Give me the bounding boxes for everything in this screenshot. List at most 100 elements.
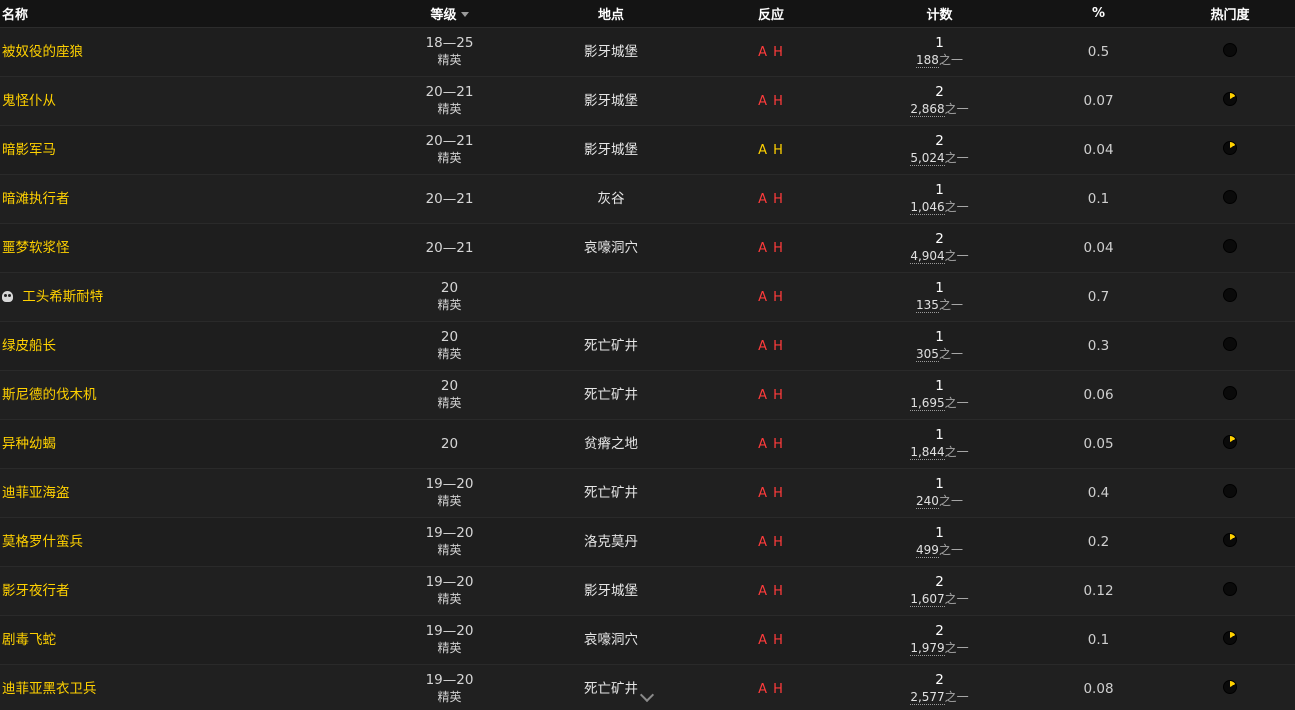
popularity-cell <box>1190 434 1270 454</box>
npc-name-cell: 暗滩执行者 <box>0 191 347 208</box>
table-row[interactable]: 噩梦软浆怪 20—21 哀嚎洞穴 A H 2 4,904之一 0.04 <box>0 224 1295 273</box>
location-link[interactable]: 哀嚎洞穴 <box>552 240 670 257</box>
table-row[interactable]: 莫格罗什蛮兵 19—20 精英 洛克莫丹 A H 1 499之一 0.2 <box>0 518 1295 567</box>
location-link[interactable]: 死亡矿井 <box>552 338 670 355</box>
header-pct[interactable]: % <box>1007 6 1190 21</box>
npc-link[interactable]: 迪菲亚海盗 <box>2 485 70 501</box>
header-count[interactable]: 计数 <box>872 4 1007 23</box>
header-name[interactable]: 名称 <box>0 4 347 23</box>
header-level[interactable]: 等级 <box>347 4 552 23</box>
npc-link[interactable]: 鬼怪仆从 <box>2 93 56 109</box>
level-cell: 19—20 精英 <box>347 672 552 706</box>
table-row[interactable]: 绿皮船长 20 精英 死亡矿井 A H 1 305之一 0.3 <box>0 322 1295 371</box>
count-suffix: 之一 <box>944 690 969 704</box>
npc-link[interactable]: 斯尼德的伐木机 <box>2 387 97 403</box>
npc-name-cell: 工头希斯耐特 <box>0 289 347 306</box>
count-of: 5,024之一 <box>872 150 1007 167</box>
npc-link[interactable]: 绿皮船长 <box>2 338 56 354</box>
location-link[interactable]: 死亡矿井 <box>552 387 670 404</box>
count-of: 499之一 <box>872 542 1007 559</box>
count-cell: 2 2,868之一 <box>872 84 1007 118</box>
reaction-alliance: A <box>758 485 768 501</box>
table-row[interactable]: 影牙夜行者 19—20 精英 影牙城堡 A H 2 1,607之一 0.12 <box>0 567 1295 616</box>
count-suffix: 之一 <box>944 151 969 165</box>
reaction-alliance: A <box>758 338 768 354</box>
level-cell: 18—25 精英 <box>347 35 552 69</box>
reaction-cell: A H <box>670 240 872 257</box>
location-link[interactable]: 影牙城堡 <box>552 583 670 600</box>
reaction-cell: A H <box>670 583 872 600</box>
table-row[interactable]: 异种幼蝎 20 贫瘠之地 A H 1 1,844之一 0.05 <box>0 420 1295 469</box>
level-range: 19—20 <box>425 525 474 541</box>
header-popularity[interactable]: 热门度 <box>1190 4 1270 23</box>
percent-value: 0.3 <box>1087 337 1110 354</box>
count-total: 1,695 <box>910 396 945 411</box>
npc-link[interactable]: 异种幼蝎 <box>2 436 56 452</box>
count-suffix: 之一 <box>944 445 969 459</box>
percent-value: 0.04 <box>1083 141 1114 158</box>
npc-link[interactable]: 工头希斯耐特 <box>22 289 103 305</box>
popularity-cell <box>1190 189 1270 209</box>
location-link[interactable]: 死亡矿井 <box>552 485 670 502</box>
location-link[interactable]: 影牙城堡 <box>552 44 670 61</box>
location-link[interactable]: 影牙城堡 <box>552 142 670 159</box>
percent-value: 0.05 <box>1083 435 1114 452</box>
level-range: 19—20 <box>425 574 474 590</box>
location-link[interactable]: 灰谷 <box>552 191 670 208</box>
header-location[interactable]: 地点 <box>552 4 670 23</box>
count-value: 2 <box>935 574 944 590</box>
count-cell: 1 1,844之一 <box>872 427 1007 461</box>
table-row[interactable]: 暗影军马 20—21 精英 影牙城堡 A H 2 5,024之一 0.04 <box>0 126 1295 175</box>
count-suffix: 之一 <box>938 53 963 67</box>
table-row[interactable]: 迪菲亚海盗 19—20 精英 死亡矿井 A H 1 240之一 0.4 <box>0 469 1295 518</box>
npc-link[interactable]: 莫格罗什蛮兵 <box>2 534 83 550</box>
level-range: 19—20 <box>425 476 474 492</box>
table-row[interactable]: 被奴役的座狼 18—25 精英 影牙城堡 A H 1 188之一 0.5 <box>0 28 1295 77</box>
count-cell: 1 1,695之一 <box>872 378 1007 412</box>
npc-name-cell: 迪菲亚海盗 <box>0 485 347 502</box>
npc-name-cell: 噩梦软浆怪 <box>0 240 347 257</box>
table-row[interactable]: 鬼怪仆从 20—21 精英 影牙城堡 A H 2 2,868之一 0.07 <box>0 77 1295 126</box>
table-row[interactable]: 工头希斯耐特 20 精英 A H 1 135之一 0.7 <box>0 273 1295 322</box>
npc-name-cell: 莫格罗什蛮兵 <box>0 534 347 551</box>
count-value: 2 <box>935 672 944 688</box>
count-total: 240 <box>916 494 939 509</box>
location-link[interactable]: 贫瘠之地 <box>552 436 670 453</box>
npc-link[interactable]: 暗滩执行者 <box>2 191 70 207</box>
elite-label: 精英 <box>437 298 462 312</box>
percent-value: 0.06 <box>1083 386 1114 403</box>
table-row[interactable]: 剧毒飞蛇 19—20 精英 哀嚎洞穴 A H 2 1,979之一 0.1 <box>0 616 1295 665</box>
percent-value: 0.4 <box>1087 484 1110 501</box>
npc-link[interactable]: 被奴役的座狼 <box>2 44 83 60</box>
level-cell: 19—20 精英 <box>347 525 552 559</box>
level-range: 19—20 <box>425 672 474 688</box>
header-react[interactable]: 反应 <box>670 4 872 23</box>
location-link[interactable]: 影牙城堡 <box>552 93 670 110</box>
reaction-alliance: A <box>758 191 768 207</box>
popularity-icon <box>1223 434 1237 449</box>
popularity-cell <box>1190 336 1270 356</box>
npc-name-cell: 剧毒飞蛇 <box>0 632 347 649</box>
reaction-alliance: A <box>758 436 768 452</box>
location-link[interactable]: 哀嚎洞穴 <box>552 632 670 649</box>
popularity-icon <box>1223 336 1237 351</box>
popularity-icon <box>1223 532 1237 547</box>
count-suffix: 之一 <box>944 592 969 606</box>
npc-link[interactable]: 剧毒飞蛇 <box>2 632 56 648</box>
npc-link[interactable]: 迪菲亚黑衣卫兵 <box>2 681 97 697</box>
level-range: 20—21 <box>425 239 474 256</box>
npc-link[interactable]: 噩梦软浆怪 <box>2 240 70 256</box>
npc-name-cell: 鬼怪仆从 <box>0 93 347 110</box>
table-row[interactable]: 暗滩执行者 20—21 灰谷 A H 1 1,046之一 0.1 <box>0 175 1295 224</box>
level-range: 20—21 <box>425 133 474 149</box>
location-link[interactable]: 洛克莫丹 <box>552 534 670 551</box>
count-of: 240之一 <box>872 493 1007 510</box>
popularity-cell <box>1190 140 1270 160</box>
table-row[interactable]: 斯尼德的伐木机 20 精英 死亡矿井 A H 1 1,695之一 0.06 <box>0 371 1295 420</box>
reaction-horde: H <box>773 240 784 256</box>
level-cell: 20 精英 <box>347 280 552 314</box>
npc-link[interactable]: 暗影军马 <box>2 142 56 158</box>
reaction-horde: H <box>773 534 784 550</box>
count-cell: 2 5,024之一 <box>872 133 1007 167</box>
npc-link[interactable]: 影牙夜行者 <box>2 583 70 599</box>
